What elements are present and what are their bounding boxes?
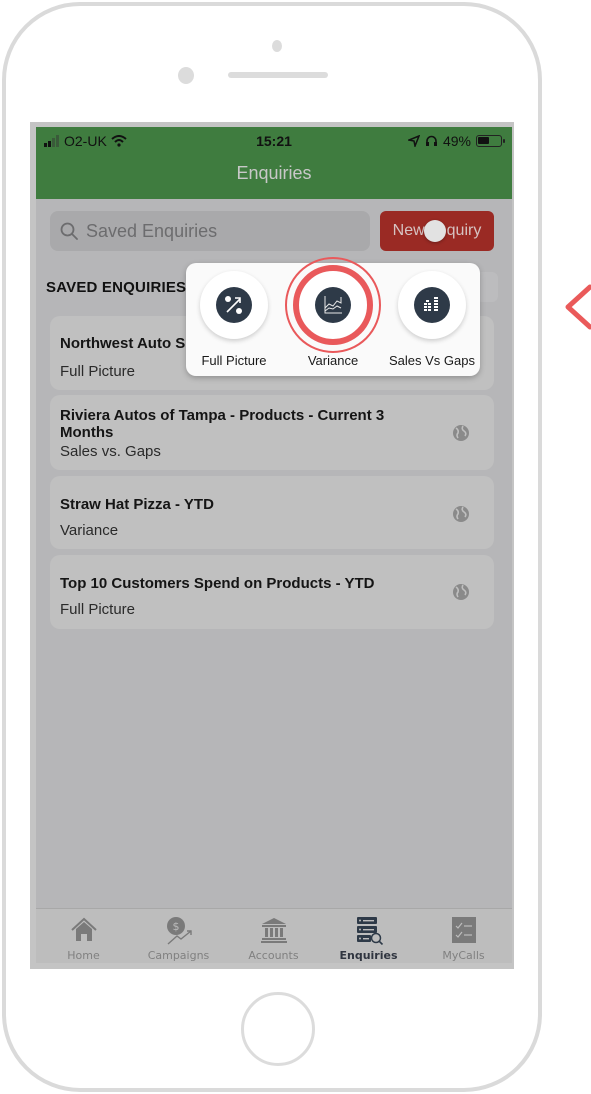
tab-label: Enquiries (339, 949, 398, 962)
search-icon (60, 222, 78, 240)
tab-label: MyCalls (442, 949, 485, 962)
sales-vs-gaps-icon (424, 297, 438, 311)
proximity-sensor (272, 40, 282, 52)
enquiry-type: Full Picture (60, 363, 136, 380)
enquiry-title: Top 10 Customers Spend on Products - YTD (60, 575, 375, 592)
variance-chart-icon (324, 296, 342, 314)
status-bar: O2-UK 15:21 49% (36, 131, 512, 151)
front-camera (178, 67, 194, 84)
location-icon (407, 135, 420, 147)
checklist-icon (451, 917, 476, 943)
enquiry-type-popup: Full Picture Variance Sales Vs Gaps (186, 257, 480, 376)
option-full-picture[interactable]: Full Picture (186, 271, 282, 371)
globe-icon (453, 584, 469, 600)
full-picture-icon (225, 296, 242, 314)
tab-label: Campaigns (147, 949, 210, 962)
bank-icon (260, 918, 287, 943)
option-button[interactable] (285, 257, 381, 353)
app-header: O2-UK 15:21 49% Enquiries (36, 127, 512, 199)
tab-mycalls[interactable]: MyCalls (416, 909, 511, 963)
battery-icon (476, 135, 505, 147)
app-screen: O2-UK 15:21 49% Enquiries Saved Enquirie… (36, 127, 512, 963)
campaigns-icon: $ (166, 917, 192, 945)
svg-text:$: $ (172, 920, 179, 933)
tab-bar: Home $ Campaigns Accounts Enquiries MyCa… (36, 908, 512, 963)
tab-enquiries[interactable]: Enquiries (321, 909, 416, 963)
section-title: SAVED ENQUIRIES (46, 279, 187, 296)
tab-campaigns[interactable]: $ Campaigns (131, 909, 226, 963)
option-button[interactable] (200, 271, 268, 339)
globe-icon (453, 506, 469, 522)
globe-icon (453, 425, 469, 441)
enquiries-icon (356, 917, 383, 945)
touch-indicator (424, 220, 446, 242)
tab-accounts[interactable]: Accounts (226, 909, 321, 963)
headphones-icon (425, 135, 437, 146)
home-icon (70, 917, 97, 941)
new-enquiry-label-right: quiry (446, 222, 482, 239)
list-item[interactable]: Riviera Autos of Tampa - Products - Curr… (50, 395, 494, 470)
search-placeholder: Saved Enquiries (86, 220, 218, 241)
list-item[interactable]: Top 10 Customers Spend on Products - YTD… (50, 555, 494, 629)
list-item[interactable]: Straw Hat Pizza - YTD Variance (50, 476, 494, 549)
new-enquiry-label-left: New (392, 222, 425, 239)
enquiry-type: Sales vs. Gaps (60, 443, 161, 460)
page-title: Enquiries (236, 163, 312, 183)
search-input[interactable]: Saved Enquiries (50, 211, 370, 251)
earpiece-speaker (228, 72, 328, 78)
option-label: Sales Vs Gaps (389, 353, 475, 368)
enquiry-type: Full Picture (60, 601, 136, 618)
home-button[interactable] (241, 992, 315, 1066)
option-sales-vs-gaps[interactable]: Sales Vs Gaps (384, 271, 480, 371)
enquiry-title: Riviera Autos of Tampa - Products - Curr… (60, 407, 385, 441)
option-button[interactable] (398, 271, 466, 339)
tab-label: Accounts (248, 949, 299, 962)
enquiry-type: Variance (60, 522, 119, 539)
tab-label: Home (67, 949, 100, 962)
battery-percent: 49% (442, 133, 471, 149)
enquiry-title: Straw Hat Pizza - YTD (60, 496, 214, 513)
tab-home[interactable]: Home (36, 909, 131, 963)
option-variance[interactable]: Variance (285, 257, 381, 371)
chevron-left-icon[interactable] (562, 283, 591, 331)
